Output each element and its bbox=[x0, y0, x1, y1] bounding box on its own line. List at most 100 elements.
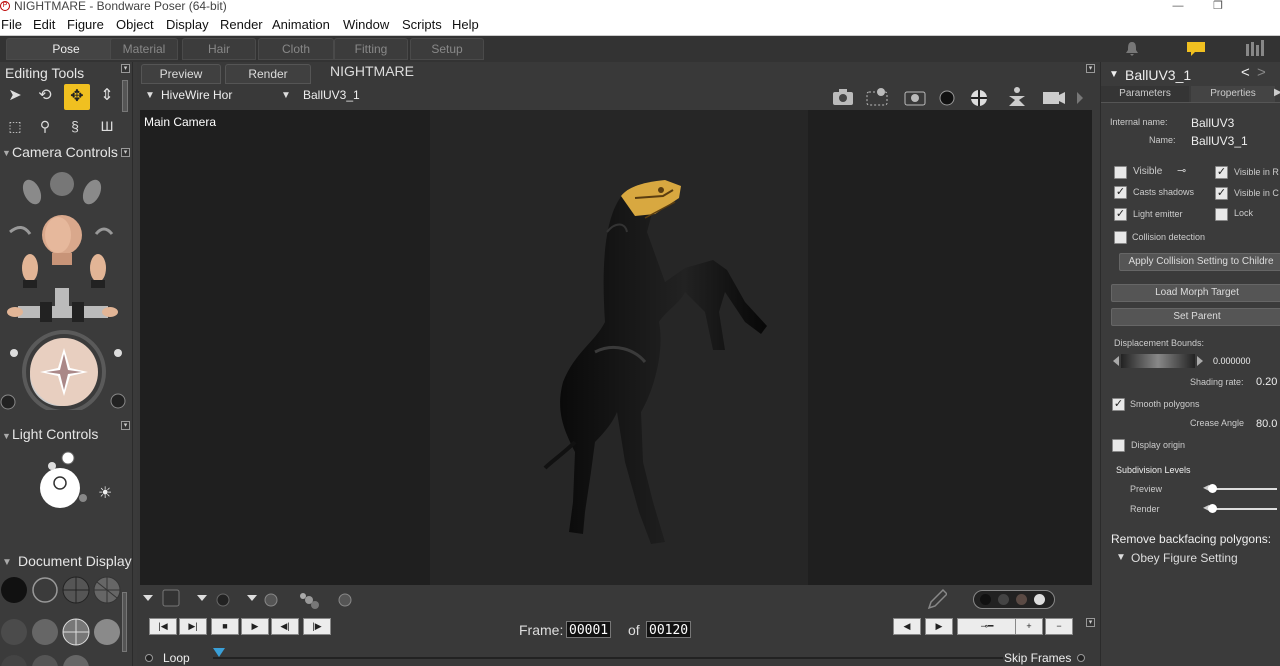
smooth-polygons-checkbox[interactable]: ✓ bbox=[1112, 398, 1125, 411]
grouping-icon[interactable]: Ш bbox=[96, 115, 118, 137]
library-icon[interactable] bbox=[1244, 40, 1268, 56]
camera-controls-arrow-icon[interactable]: ▼ bbox=[2, 148, 11, 158]
tab-setup[interactable]: Setup bbox=[410, 38, 484, 60]
translate-vertical-icon[interactable]: ⇕ bbox=[96, 85, 118, 107]
figure-select[interactable]: BallUV3_1 bbox=[303, 88, 360, 102]
load-morph-target-button[interactable]: Load Morph Target bbox=[1111, 284, 1280, 302]
minimize-button[interactable]: — bbox=[1168, 0, 1188, 12]
scale-icon[interactable]: ⬚ bbox=[4, 115, 26, 137]
menu-window[interactable]: Window bbox=[343, 17, 389, 32]
object-menu-arrow-icon[interactable]: ▼ bbox=[1109, 69, 1119, 80]
balls-icon[interactable] bbox=[300, 593, 319, 609]
camera-dotted-icon[interactable] bbox=[866, 88, 888, 106]
camera-frame-icon[interactable] bbox=[904, 91, 926, 106]
display-origin-checkbox[interactable] bbox=[1112, 439, 1125, 452]
menu-figure[interactable]: Figure bbox=[67, 17, 104, 32]
current-frame-field[interactable]: 00001 bbox=[566, 621, 612, 638]
next-key-button[interactable]: ▶ bbox=[925, 618, 953, 635]
render-slider-knob[interactable] bbox=[1208, 504, 1217, 513]
apply-collision-button[interactable]: Apply Collision Setting to Childre bbox=[1119, 253, 1280, 271]
displacement-dial-right-icon[interactable] bbox=[1197, 356, 1203, 366]
tab-cloth[interactable]: Cloth bbox=[258, 38, 334, 60]
light-swatch[interactable] bbox=[1034, 594, 1045, 605]
translate-move-icon[interactable]: ✥ bbox=[64, 84, 90, 110]
displacement-dial-left-icon[interactable] bbox=[1113, 356, 1119, 366]
pencil-icon[interactable] bbox=[927, 588, 947, 610]
dark-gray-swatch[interactable] bbox=[998, 594, 1009, 605]
rotate-icon[interactable]: ⟲ bbox=[34, 85, 56, 107]
crease-angle-value[interactable]: 80.0 bbox=[1256, 418, 1277, 430]
menu-file[interactable]: File bbox=[1, 17, 22, 32]
collapse-light-controls-button[interactable]: ▾ bbox=[121, 421, 130, 430]
shading-sphere-icon[interactable] bbox=[216, 593, 230, 607]
go-start-button[interactable]: |◀ bbox=[149, 618, 177, 635]
tab-fitting[interactable]: Fitting bbox=[334, 38, 408, 60]
lock-checkbox[interactable] bbox=[1215, 208, 1228, 221]
select-arrow-icon[interactable]: ➤ bbox=[4, 85, 26, 107]
render-subdivision-slider[interactable] bbox=[1211, 508, 1277, 510]
tab-material[interactable]: Material bbox=[110, 38, 178, 60]
camera-controls-widget[interactable] bbox=[0, 162, 133, 410]
chain-break-icon[interactable]: § bbox=[64, 115, 86, 137]
menu-edit[interactable]: Edit bbox=[33, 17, 55, 32]
menu-animation[interactable]: Animation bbox=[272, 17, 330, 32]
shading-arrow-icon[interactable] bbox=[197, 595, 207, 601]
menu-display[interactable]: Display bbox=[166, 17, 209, 32]
shading-rate-value[interactable]: 0.20 bbox=[1256, 376, 1277, 388]
menu-render[interactable]: Render bbox=[220, 17, 263, 32]
visible-in-camera-checkbox[interactable]: ✓ bbox=[1215, 187, 1228, 200]
timeline-playhead[interactable] bbox=[213, 648, 225, 657]
video-camera-icon[interactable] bbox=[1043, 92, 1065, 104]
camera-icon[interactable] bbox=[833, 89, 853, 105]
obey-figure-arrow-icon[interactable]: ▼ bbox=[1116, 552, 1126, 563]
figure-select-arrow-icon[interactable]: ▼ bbox=[281, 90, 291, 101]
tab-parameters[interactable]: Parameters bbox=[1101, 86, 1189, 102]
prev-key-button[interactable]: ◀ bbox=[893, 618, 921, 635]
stop-button[interactable]: ■ bbox=[211, 618, 239, 635]
light-sphere-icon[interactable] bbox=[264, 593, 278, 607]
loop-radio[interactable] bbox=[145, 654, 153, 662]
lights-arrow-icon[interactable] bbox=[247, 595, 257, 601]
collapse-editing-tools-button[interactable]: ▾ bbox=[121, 64, 130, 73]
light-emitter-checkbox[interactable]: ✓ bbox=[1114, 208, 1127, 221]
skip-frames-radio[interactable] bbox=[1077, 654, 1085, 662]
display-mode-arrow-icon[interactable] bbox=[143, 595, 153, 601]
display-style-swatches[interactable] bbox=[0, 572, 124, 666]
prev-frame-button[interactable]: ◀| bbox=[271, 618, 299, 635]
horse-figure[interactable] bbox=[535, 172, 775, 552]
collapse-camera-controls-button[interactable]: ▾ bbox=[121, 148, 130, 157]
sphere-dark-icon[interactable] bbox=[939, 90, 955, 106]
camera-select[interactable]: HiveWire Hor bbox=[161, 88, 232, 102]
next-frame-button[interactable]: |▶ bbox=[303, 618, 331, 635]
light-controls-arrow-icon[interactable]: ▼ bbox=[2, 431, 11, 441]
tools-scroll-handle[interactable] bbox=[122, 80, 128, 112]
next-object-chevron-icon[interactable]: > bbox=[1257, 64, 1266, 81]
taper-icon[interactable]: ⚲ bbox=[34, 115, 56, 137]
tab-properties[interactable]: Properties bbox=[1191, 86, 1275, 102]
displacement-value[interactable]: 0.000000 bbox=[1213, 356, 1251, 366]
light-controls-widget[interactable]: ☀ bbox=[30, 448, 120, 518]
document-display-arrow-icon[interactable]: ▼ bbox=[2, 557, 12, 568]
3d-viewport[interactable]: Main Camera bbox=[140, 110, 1092, 585]
black-swatch[interactable] bbox=[980, 594, 991, 605]
restore-button[interactable]: ❐ bbox=[1208, 0, 1228, 12]
name-value[interactable]: BallUV3_1 bbox=[1191, 134, 1248, 148]
obey-figure-select[interactable]: Obey Figure Setting bbox=[1131, 551, 1238, 565]
add-key-button[interactable]: + bbox=[1015, 618, 1043, 635]
document-display-scroll-handle[interactable] bbox=[122, 592, 127, 652]
prev-object-chevron-icon[interactable]: < bbox=[1241, 64, 1250, 81]
total-frames-field[interactable]: 00120 bbox=[646, 621, 692, 638]
tab-hair[interactable]: Hair bbox=[182, 38, 256, 60]
set-parent-button[interactable]: Set Parent bbox=[1111, 308, 1280, 326]
casts-shadows-checkbox[interactable]: ✓ bbox=[1114, 186, 1127, 199]
collision-detection-checkbox[interactable] bbox=[1114, 231, 1127, 244]
camera-select-arrow-icon[interactable]: ▼ bbox=[145, 90, 155, 101]
chevron-right-icon[interactable] bbox=[1077, 92, 1083, 104]
visible-in-render-checkbox[interactable]: ✓ bbox=[1215, 166, 1228, 179]
remove-key-button[interactable]: − bbox=[1045, 618, 1073, 635]
tab-preview[interactable]: Preview bbox=[141, 64, 221, 84]
visible-checkbox[interactable] bbox=[1114, 166, 1127, 179]
tab-scroll-chevron-icon[interactable]: ▶ bbox=[1274, 87, 1280, 98]
displacement-dial[interactable] bbox=[1121, 354, 1195, 368]
collapse-animation-button[interactable]: ▾ bbox=[1086, 618, 1095, 627]
